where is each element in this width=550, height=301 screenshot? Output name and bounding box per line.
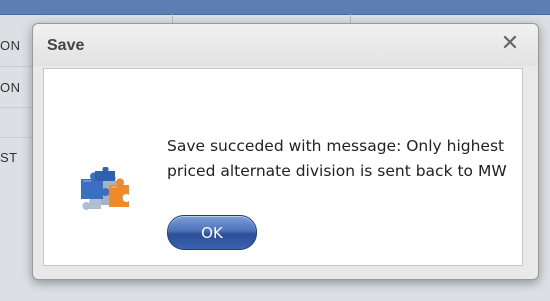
background-cell-text: ST xyxy=(0,150,18,165)
save-dialog: Save ✕ Save succeded with message: Only … xyxy=(32,23,539,280)
dialog-header: Save ✕ xyxy=(33,24,538,66)
background-cell-text: ON xyxy=(0,80,21,95)
background-header-bar xyxy=(0,0,550,15)
puzzle-pieces-icon xyxy=(81,167,129,210)
dialog-title: Save xyxy=(47,37,85,54)
ok-button[interactable]: OK xyxy=(167,215,257,250)
dialog-body: Save succeded with message: Only highest… xyxy=(43,68,523,266)
dialog-message: Save succeded with message: Only highest… xyxy=(167,137,507,180)
background-cell-text: ON xyxy=(0,38,21,53)
close-icon[interactable]: ✕ xyxy=(498,32,522,56)
